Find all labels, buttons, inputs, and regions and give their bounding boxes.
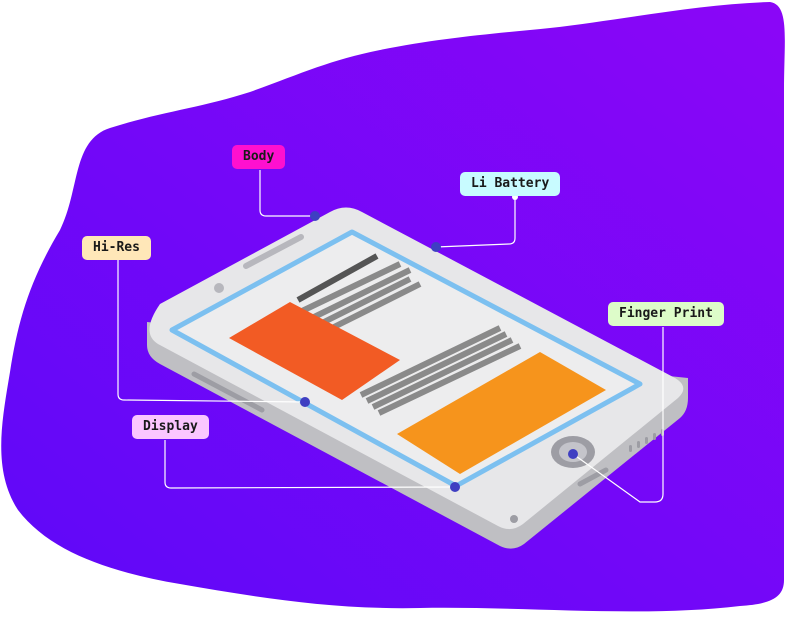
- dot-display: [450, 482, 460, 492]
- front-camera: [214, 283, 224, 293]
- label-body: Body: [232, 145, 286, 169]
- dot-hi-res: [300, 397, 310, 407]
- label-li-battery: Li Battery: [460, 172, 561, 196]
- dot-finger-print: [568, 449, 578, 459]
- dot-li-battery: [431, 242, 441, 252]
- label-display: Display: [132, 415, 209, 439]
- bottom-jack: [510, 515, 518, 523]
- dot-body: [310, 211, 320, 221]
- label-hi-res: Hi-Res: [82, 236, 151, 260]
- label-finger-print: Finger Print: [608, 302, 724, 326]
